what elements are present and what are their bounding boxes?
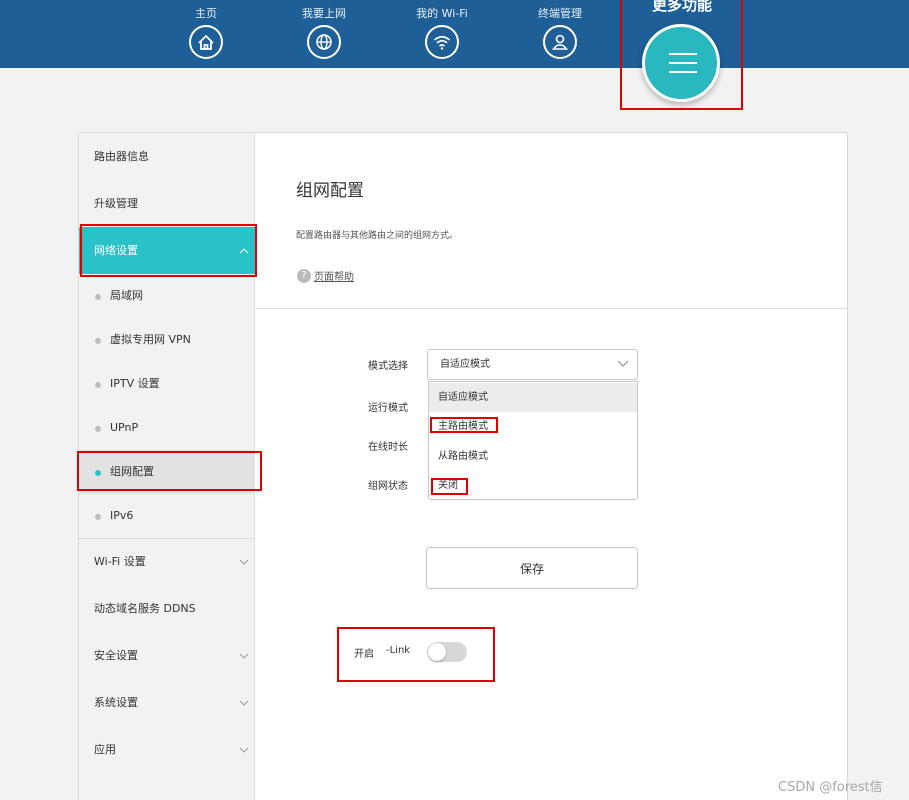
page-description: 配置路由器与其他路由之间的组网方式。 <box>296 231 459 241</box>
sidebar-sub-label: UPnP <box>110 421 139 434</box>
sidebar-item-network-settings[interactable]: 网络设置 <box>79 227 255 274</box>
sidebar-sub-label: 组网配置 <box>110 465 154 478</box>
mode-select-value: 自适应模式 <box>440 359 490 370</box>
sidebar-item-label: 系统设置 <box>94 696 138 709</box>
run-mode-label: 运行模式 <box>368 403 408 414</box>
nav-devices-label: 终端管理 <box>538 7 582 20</box>
sidebar-item-router-info[interactable]: 路由器信息 <box>79 133 255 180</box>
online-time-label: 在线时长 <box>368 442 408 453</box>
switch-link-label: -Link <box>386 645 411 656</box>
page-help-link[interactable]: ? 页面帮助 <box>297 268 354 283</box>
chevron-down-icon <box>617 360 629 367</box>
more-features-label: 更多功能 <box>651 0 712 14</box>
chevron-down-icon <box>239 700 249 706</box>
user-icon <box>543 25 577 59</box>
bullet-icon <box>95 338 101 344</box>
save-button[interactable]: 保存 <box>426 547 638 589</box>
nav-home[interactable]: 主页 <box>161 0 251 59</box>
sidebar-sub-ipv6[interactable]: IPv6 <box>79 494 255 538</box>
mode-option-sub-router[interactable]: 从路由模式 <box>429 442 637 471</box>
mode-option-adaptive[interactable]: 自适应模式 <box>429 383 637 412</box>
sidebar-item-ddns[interactable]: 动态域名服务 DDNS <box>79 585 255 632</box>
sidebar-item-upgrade[interactable]: 升级管理 <box>79 180 255 227</box>
sidebar-sub-label: IPTV 设置 <box>110 377 160 390</box>
help-icon: ? <box>297 268 311 283</box>
bullet-icon <box>95 294 101 300</box>
chevron-down-icon <box>239 559 249 565</box>
page-title: 组网配置 <box>296 181 364 201</box>
wifi-icon <box>425 25 459 59</box>
watermark: CSDN @forest信 <box>778 780 883 795</box>
mesh-status-label: 组网状态 <box>368 481 408 492</box>
link-toggle-switch[interactable] <box>427 642 467 662</box>
bullet-icon <box>95 426 101 432</box>
globe-icon <box>307 25 341 59</box>
switch-on-label: 开启 <box>354 649 374 660</box>
sidebar-sub-iptv[interactable]: IPTV 设置 <box>79 362 255 406</box>
nav-internet-label: 我要上网 <box>302 7 346 20</box>
sidebar-item-label: 路由器信息 <box>94 150 149 163</box>
mode-select[interactable]: 自适应模式 <box>427 349 638 380</box>
toggle-knob <box>428 643 446 661</box>
home-icon <box>189 25 223 59</box>
sidebar-sub-label: 虚拟专用网 VPN <box>110 333 191 346</box>
header-divider <box>256 308 847 309</box>
mode-option-main-router[interactable]: 主路由模式 <box>429 412 637 441</box>
sidebar-item-label: 应用 <box>94 743 116 756</box>
chevron-down-icon <box>239 653 249 659</box>
mode-select-label: 模式选择 <box>368 361 408 372</box>
sidebar-sub-label: IPv6 <box>110 509 134 522</box>
sidebar: 路由器信息 升级管理 网络设置 局域网 虚拟专用网 VPN IPTV 设置 UP… <box>79 133 255 800</box>
sidebar-sub-label: 局域网 <box>110 289 143 302</box>
nav-wifi[interactable]: 我的 Wi-Fi <box>397 0 487 59</box>
chevron-up-icon <box>239 248 249 254</box>
sidebar-item-label: Wi-Fi 设置 <box>94 555 146 568</box>
bullet-icon <box>95 382 101 388</box>
mode-option-off[interactable]: 关闭 <box>429 471 637 500</box>
page-help-label: 页面帮助 <box>314 272 354 283</box>
nav-wifi-label: 我的 Wi-Fi <box>416 7 468 20</box>
bullet-icon <box>95 470 101 476</box>
sidebar-item-wifi-settings[interactable]: Wi-Fi 设置 <box>79 538 255 585</box>
sidebar-item-label: 升级管理 <box>94 197 138 210</box>
sidebar-sub-lan[interactable]: 局域网 <box>79 274 255 318</box>
bullet-icon <box>95 514 101 520</box>
chevron-down-icon <box>239 747 249 753</box>
nav-devices[interactable]: 终端管理 <box>515 0 605 59</box>
sidebar-item-label: 安全设置 <box>94 649 138 662</box>
sidebar-item-label: 动态域名服务 DDNS <box>94 602 196 615</box>
sidebar-item-label: 网络设置 <box>94 244 138 257</box>
nav-internet[interactable]: 我要上网 <box>279 0 369 59</box>
sidebar-item-system[interactable]: 系统设置 <box>79 679 255 726</box>
nav-home-label: 主页 <box>195 7 217 20</box>
sidebar-sub-vpn[interactable]: 虚拟专用网 VPN <box>79 318 255 362</box>
sidebar-item-security[interactable]: 安全设置 <box>79 632 255 679</box>
sidebar-item-apps[interactable]: 应用 <box>79 726 255 773</box>
sidebar-sub-mesh-config[interactable]: 组网配置 <box>79 450 255 494</box>
mode-dropdown: 自适应模式 主路由模式 从路由模式 关闭 <box>428 381 638 500</box>
more-features-button[interactable] <box>642 24 720 102</box>
sidebar-sub-upnp[interactable]: UPnP <box>79 406 255 450</box>
